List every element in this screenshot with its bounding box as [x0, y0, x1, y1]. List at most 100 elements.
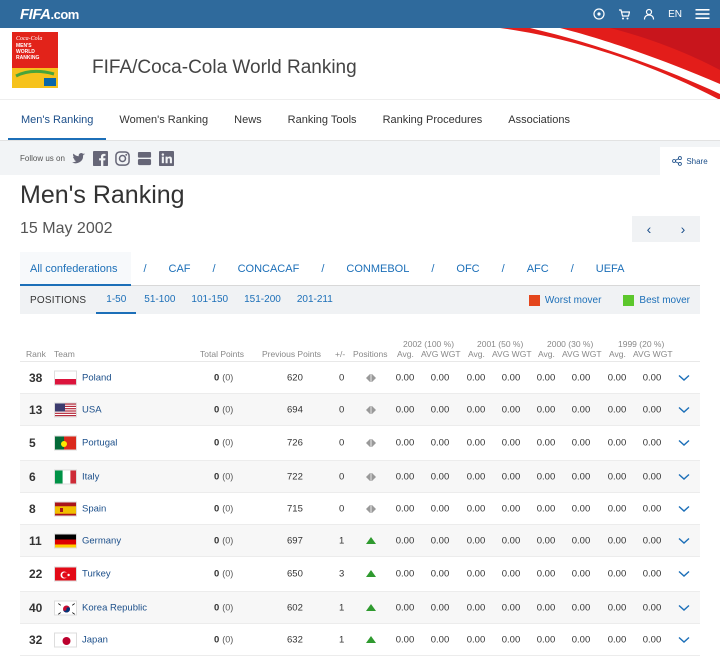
- facebook-icon[interactable]: [93, 150, 109, 166]
- team-name-link[interactable]: Spain: [82, 503, 106, 514]
- total-points-sub: (0): [222, 404, 234, 414]
- table-row[interactable]: 5 Portugal 0 (0) 726 0 0.00 0.00 0.00 0.00 0.…: [20, 426, 700, 461]
- avg-value: 0.00: [571, 437, 591, 449]
- table-row[interactable]: 40 Korea Republic 0 (0) 602 1 0.00 0.00 0.0…: [20, 592, 700, 624]
- chevron-down-icon[interactable]: [678, 439, 690, 447]
- youtube-icon[interactable]: [137, 150, 153, 166]
- positions-tab-51-100[interactable]: 51-100: [136, 286, 183, 314]
- previous-date-button[interactable]: ‹: [632, 216, 666, 242]
- nav-mens-ranking[interactable]: Men's Ranking: [8, 100, 107, 140]
- team-name-link[interactable]: Poland: [82, 372, 112, 383]
- separator: /: [570, 262, 574, 275]
- conf-concacaf[interactable]: CONCACAF: [228, 263, 310, 275]
- avg-value: 0.00: [607, 437, 627, 449]
- col-team[interactable]: Team: [54, 349, 75, 359]
- twitter-icon[interactable]: [71, 150, 87, 166]
- avg-value: 0.00: [642, 535, 662, 546]
- conf-all[interactable]: All confederations: [20, 251, 132, 286]
- team-name-link[interactable]: Portugal: [82, 438, 117, 449]
- table-row[interactable]: 22 Turkey 0 (0) 650 3 0.00 0.00 0.00 0.00 0.0…: [20, 557, 700, 592]
- avg-value: 0.00: [466, 568, 486, 580]
- total-points: 0 (0): [214, 535, 233, 546]
- total-points-value: 0: [214, 404, 220, 415]
- col-previous-points[interactable]: Previous Points: [262, 349, 321, 359]
- positions-tab-1-50[interactable]: 1-50: [96, 286, 137, 314]
- menu-icon[interactable]: [695, 8, 710, 20]
- nav-ranking-procedures[interactable]: Ranking Procedures: [370, 100, 496, 140]
- avg-value: 0.00: [395, 404, 415, 415]
- confederation-filter: All confederations / CAF / CONCACAF / CO…: [20, 251, 700, 286]
- language-selector[interactable]: EN: [668, 9, 682, 20]
- team-name-link[interactable]: USA: [82, 404, 102, 415]
- conf-caf[interactable]: CAF: [159, 263, 201, 275]
- avg-value: 0.00: [607, 535, 627, 546]
- positions-bar: POSITIONS 1-50 51-100 101-150 151-200 20…: [20, 286, 700, 314]
- nav-ranking-tools[interactable]: Ranking Tools: [275, 100, 370, 140]
- korea-flag-icon: [54, 600, 77, 615]
- avg-value: 0.00: [571, 602, 591, 613]
- total-points: 0 (0): [214, 503, 233, 514]
- positions-tab-101-150[interactable]: 101-150: [183, 286, 236, 314]
- total-points-sub: (0): [222, 634, 234, 644]
- table-row[interactable]: 38 Poland 0 (0) 620 0 0.00 0.00 0.00 0.00 0.0…: [20, 362, 700, 394]
- previous-points: 726: [287, 437, 303, 449]
- positions-tab-201-211[interactable]: 201-211: [289, 286, 341, 314]
- fifa-logo[interactable]: FIFA.com: [20, 6, 79, 23]
- team-name-link[interactable]: Italy: [82, 471, 99, 482]
- cart-icon[interactable]: [618, 8, 631, 20]
- avg-value: 0.00: [642, 503, 662, 514]
- next-date-button[interactable]: ›: [666, 216, 700, 242]
- share-button[interactable]: Share: [660, 147, 720, 175]
- team-name-link[interactable]: Germany: [82, 535, 121, 546]
- team-name-link[interactable]: Turkey: [82, 569, 111, 580]
- col-2001-avg: Avg.: [468, 349, 485, 359]
- chevron-down-icon[interactable]: [678, 505, 690, 513]
- nav-associations[interactable]: Associations: [495, 100, 583, 140]
- chevron-down-icon[interactable]: [678, 636, 690, 644]
- chevron-down-icon[interactable]: [678, 570, 690, 578]
- conf-conmebol[interactable]: CONMEBOL: [336, 263, 419, 275]
- nav-news[interactable]: News: [221, 100, 275, 140]
- chevron-down-icon[interactable]: [678, 604, 690, 612]
- col-total-points[interactable]: Total Points: [200, 349, 244, 359]
- col-positions[interactable]: Positions: [353, 349, 388, 359]
- avg-value: 0.00: [501, 404, 521, 415]
- col-rank[interactable]: Rank: [26, 349, 46, 359]
- chevron-down-icon[interactable]: [678, 473, 690, 481]
- previous-points: 715: [287, 503, 303, 514]
- conf-uefa[interactable]: UEFA: [586, 263, 635, 275]
- no-change-icon: [366, 405, 376, 414]
- table-row[interactable]: 11 Germany 0 (0) 697 1 0.00 0.00 0.00 0.00 0.…: [20, 525, 700, 557]
- instagram-icon[interactable]: [115, 150, 131, 166]
- avg-value: 0.00: [430, 503, 450, 514]
- table-row[interactable]: 32 Japan 0 (0) 632 1 0.00 0.00 0.00 0.00 0.00…: [20, 624, 700, 656]
- avg-value: 0.00: [501, 372, 521, 383]
- table-row[interactable]: 6 Italy 0 (0) 722 0 0.00 0.00 0.00 0.00 0.00 0…: [20, 461, 700, 493]
- worst-mover-label: Worst mover: [544, 294, 602, 306]
- user-icon[interactable]: [643, 8, 655, 20]
- avg-value: 0.00: [536, 503, 556, 514]
- table-row[interactable]: 13 USA 0 (0) 694 0 0.00 0.00 0.00 0.00 0.00 0.…: [20, 394, 700, 426]
- avg-value: 0.00: [607, 602, 627, 613]
- portugal-flag-icon: [54, 435, 77, 451]
- linkedin-icon[interactable]: [159, 150, 175, 166]
- chevron-down-icon[interactable]: [678, 374, 690, 382]
- avg-value: 0.00: [571, 535, 591, 546]
- avg-value: 0.00: [430, 372, 450, 383]
- team-rank: 11: [29, 533, 42, 548]
- total-points-value: 0: [214, 503, 220, 514]
- conf-afc[interactable]: AFC: [517, 263, 559, 275]
- no-change-icon: [366, 373, 376, 382]
- positions-tab-151-200[interactable]: 151-200: [236, 286, 289, 314]
- poland-flag-icon: [54, 370, 77, 385]
- team-name-link[interactable]: Japan: [82, 634, 108, 645]
- nav-womens-ranking[interactable]: Women's Ranking: [106, 100, 221, 140]
- table-row[interactable]: 8 Spain 0 (0) 715 0 0.00 0.00 0.00 0.00 0.00 0…: [20, 493, 700, 525]
- col-plus-minus[interactable]: +/-: [335, 349, 345, 359]
- chevron-down-icon[interactable]: [678, 537, 690, 545]
- ball-icon[interactable]: [593, 8, 605, 20]
- chevron-down-icon[interactable]: [678, 406, 690, 414]
- team-name-link[interactable]: Korea Republic: [82, 602, 147, 613]
- total-points: 0 (0): [214, 634, 233, 645]
- conf-ofc[interactable]: OFC: [446, 263, 489, 275]
